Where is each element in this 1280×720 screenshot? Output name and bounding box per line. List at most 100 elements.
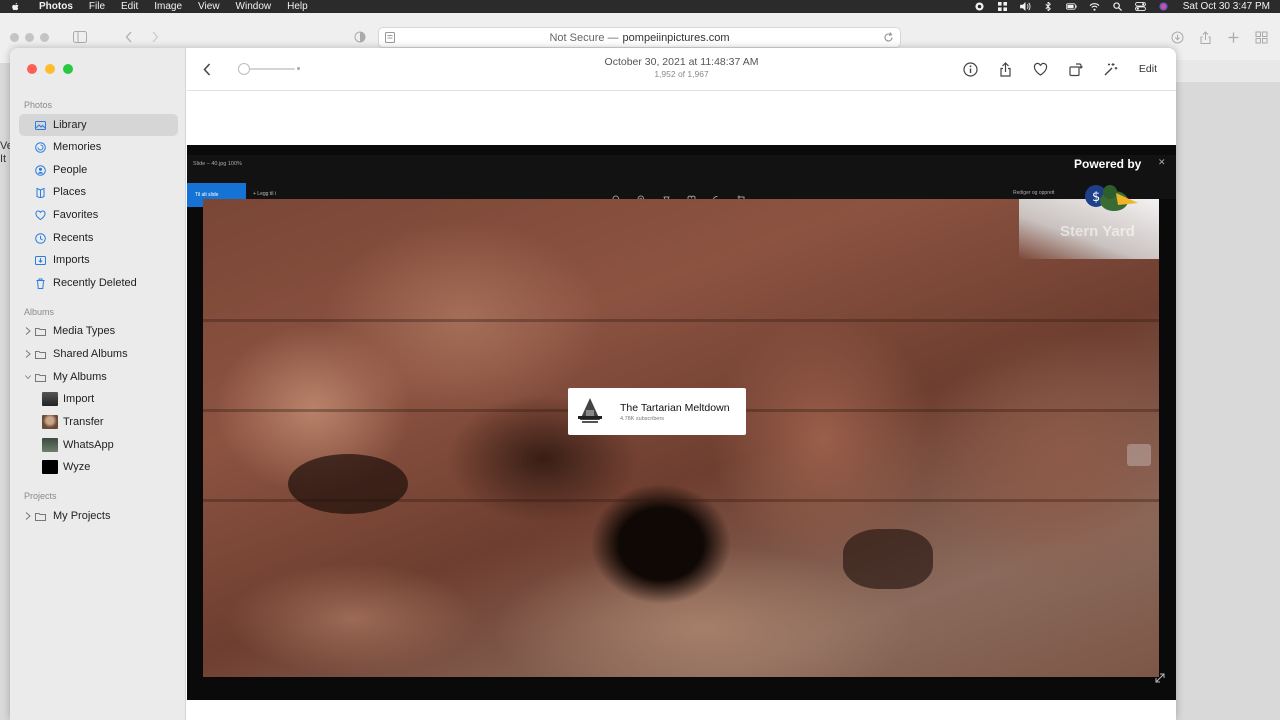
chevron-down-icon[interactable]	[24, 372, 32, 381]
safari-window-buttons[interactable]	[10, 33, 49, 42]
screen-record-icon[interactable]	[974, 2, 986, 12]
album-thumbnail	[42, 438, 58, 452]
chevron-right-icon[interactable]	[24, 326, 32, 335]
bluetooth-icon[interactable]	[1043, 2, 1055, 12]
sidebar-item-label: My Projects	[53, 510, 111, 522]
sidebar-item-recents[interactable]: Recents	[19, 227, 178, 249]
sidebar-album-whatsapp[interactable]: WhatsApp	[19, 434, 178, 456]
address-bar[interactable]: Not Secure — pompeiinpictures.com	[378, 27, 901, 48]
reload-icon[interactable]	[883, 32, 894, 43]
folder-icon	[34, 348, 46, 360]
sidebar-item-shared-albums[interactable]: Shared Albums	[19, 343, 178, 365]
channel-card: The Tartarian Meltdown 4.78K subscribers	[568, 388, 746, 435]
sidebar-section-photos: Photos	[24, 100, 53, 110]
sidebar-item-my-projects[interactable]: My Projects	[19, 505, 178, 527]
battery-icon[interactable]	[1066, 2, 1078, 12]
close-window-button[interactable]	[27, 64, 37, 74]
rock-cliff-image: The Tartarian Meltdown 4.78K subscribers	[203, 199, 1159, 677]
sidebar-item-label: People	[53, 164, 88, 176]
powered-by-label: Powered by	[1074, 157, 1142, 171]
grid-icon[interactable]	[997, 2, 1009, 12]
menu-window[interactable]: Window	[236, 0, 272, 13]
sidebar-item-library[interactable]: Library	[19, 114, 178, 136]
share-button[interactable]	[997, 60, 1015, 78]
menu-edit[interactable]: Edit	[121, 0, 138, 13]
watermark-text: Stern Yard	[1060, 223, 1135, 240]
sidebar-item-label: Shared Albums	[53, 348, 128, 360]
video-header: Slide – 40.jpg 100% Til alt slide + Legg…	[187, 155, 1176, 207]
window-controls	[27, 64, 73, 74]
sidebar-item-people[interactable]: People	[19, 159, 178, 181]
new-tab-icon[interactable]	[1226, 30, 1240, 44]
siri-icon[interactable]	[1158, 2, 1170, 12]
folder-icon	[34, 510, 46, 522]
volume-icon[interactable]	[1020, 2, 1032, 12]
url-security-label: Not Secure —	[549, 31, 619, 44]
menu-app-name[interactable]: Photos	[39, 0, 73, 13]
sidebar-item-media-types[interactable]: Media Types	[19, 320, 178, 342]
info-button[interactable]	[962, 60, 980, 78]
menubar-clock[interactable]: Sat Oct 30 3:47 PM	[1183, 1, 1270, 12]
clock-icon	[34, 232, 46, 244]
people-icon	[34, 164, 46, 176]
minimize-window-button[interactable]	[45, 64, 55, 74]
sidebar-album-wyze[interactable]: Wyze	[19, 456, 178, 478]
photos-window: Photos Library Memories People Places Fa…	[10, 48, 1176, 720]
video-player[interactable]: Slide – 40.jpg 100% Til alt slide + Legg…	[187, 145, 1176, 700]
sidebar-item-label: Library	[53, 119, 87, 131]
sidebar-item-label: Recently Deleted	[53, 277, 137, 289]
sidebar-item-favorites[interactable]: Favorites	[19, 204, 178, 226]
menu-bar: Photos File Edit Image View Window Help …	[0, 0, 1280, 13]
folder-icon	[34, 325, 46, 337]
sidebar-item-recently-deleted[interactable]: Recently Deleted	[19, 272, 178, 294]
sidebar-item-places[interactable]: Places	[19, 181, 178, 203]
apple-menu-icon[interactable]	[8, 0, 22, 13]
edit-button[interactable]: Edit	[1139, 63, 1157, 75]
sidebar-item-label: Transfer	[63, 416, 104, 428]
sidebar-item-imports[interactable]: Imports	[19, 249, 178, 271]
imports-icon	[34, 254, 46, 266]
url-domain: pompeiinpictures.com	[622, 31, 730, 44]
sidebar-item-label: Favorites	[53, 209, 99, 221]
photos-sidebar: Photos Library Memories People Places Fa…	[10, 48, 186, 720]
library-icon	[34, 119, 46, 131]
sidebar-item-memories[interactable]: Memories	[19, 136, 178, 158]
album-thumbnail	[42, 415, 58, 429]
video-file-label: Slide – 40.jpg 100%	[193, 161, 242, 167]
privacy-shield-icon[interactable]	[352, 30, 368, 44]
sidebar-toggle-icon[interactable]	[72, 30, 88, 44]
photo-viewer: October 30, 2021 at 11:48:37 AM 1,952 of…	[187, 48, 1176, 720]
sidebar-album-import[interactable]: Import	[19, 388, 178, 410]
sidebar-item-label: Wyze	[63, 461, 91, 473]
menu-help[interactable]: Help	[287, 0, 308, 13]
auto-enhance-button[interactable]	[1102, 60, 1120, 78]
expand-icon[interactable]	[1155, 673, 1165, 683]
menu-file[interactable]: File	[89, 0, 105, 13]
sidebar-album-transfer[interactable]: Transfer	[19, 411, 178, 433]
video-right-label: Rediger og opprett	[1013, 190, 1055, 196]
spotlight-search-icon[interactable]	[1112, 2, 1124, 12]
sidebar-item-label: Media Types	[53, 325, 116, 337]
sidebar-item-my-albums[interactable]: My Albums	[19, 366, 178, 388]
menu-image[interactable]: Image	[154, 0, 182, 13]
heart-icon	[34, 209, 46, 221]
favorite-button[interactable]	[1032, 60, 1050, 78]
safari-forward-icon[interactable]	[147, 30, 163, 44]
viewer-toolbar: October 30, 2021 at 11:48:37 AM 1,952 of…	[187, 48, 1176, 91]
safari-back-icon[interactable]	[121, 30, 137, 44]
sidebar-item-label: Places	[53, 186, 87, 198]
rotate-button[interactable]	[1067, 60, 1085, 78]
menu-view[interactable]: View	[198, 0, 220, 13]
zoom-window-button[interactable]	[63, 64, 73, 74]
sidebar-item-label: Recents	[53, 232, 94, 244]
chevron-right-icon[interactable]	[24, 511, 32, 520]
chevron-right-icon[interactable]	[24, 349, 32, 358]
downloads-icon[interactable]	[1170, 30, 1184, 44]
wifi-icon[interactable]	[1089, 2, 1101, 12]
share-icon[interactable]	[1198, 30, 1212, 44]
sidebar-item-label: Imports	[53, 254, 90, 266]
page-icon	[385, 32, 395, 43]
channel-subscribers: 4.78K subscribers	[620, 416, 665, 422]
control-center-icon[interactable]	[1135, 2, 1147, 12]
tab-overview-icon[interactable]	[1254, 30, 1268, 44]
